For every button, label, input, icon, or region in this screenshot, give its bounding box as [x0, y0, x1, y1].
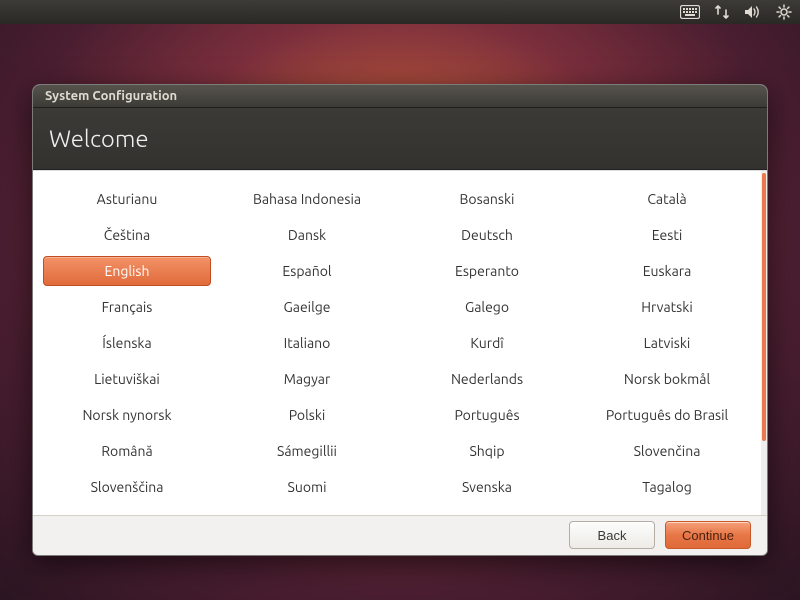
keyboard-icon[interactable]	[680, 5, 700, 19]
language-option[interactable]: Deutsch	[403, 221, 571, 249]
language-option[interactable]: Bahasa Indonesia	[223, 185, 391, 213]
language-option[interactable]: Svenska	[403, 473, 571, 501]
language-option[interactable]: Polski	[223, 401, 391, 429]
continue-button[interactable]: Continue	[665, 521, 751, 549]
language-option[interactable]: Bosanski	[403, 185, 571, 213]
language-option[interactable]: Suomi	[223, 473, 391, 501]
settings-icon[interactable]	[776, 4, 792, 20]
language-option[interactable]: Sámegillii	[223, 437, 391, 465]
language-option[interactable]: Slovenščina	[43, 473, 211, 501]
language-option[interactable]: Norsk bokmål	[583, 365, 751, 393]
language-option[interactable]: English	[43, 256, 211, 286]
language-option[interactable]: Lietuviškai	[43, 365, 211, 393]
language-option[interactable]: Eesti	[583, 221, 751, 249]
language-option[interactable]: Euskara	[583, 257, 751, 285]
network-icon[interactable]	[714, 5, 730, 19]
language-option[interactable]: Gaeilge	[223, 293, 391, 321]
language-option[interactable]: Shqip	[403, 437, 571, 465]
language-option[interactable]: Nederlands	[403, 365, 571, 393]
language-option[interactable]: Esperanto	[403, 257, 571, 285]
language-option[interactable]: Dansk	[223, 221, 391, 249]
language-option[interactable]: Čeština	[43, 221, 211, 249]
config-dialog: System Configuration Welcome Asturianu Ba…	[32, 84, 768, 556]
language-grid: Asturianu Bahasa Indonesia Bosanski Català Č…	[33, 171, 761, 515]
back-button[interactable]: Back	[569, 521, 655, 549]
language-option[interactable]: Català	[583, 185, 751, 213]
page-heading: Welcome	[49, 125, 149, 152]
scroll-thumb[interactable]	[762, 173, 766, 441]
language-option[interactable]: Hrvatski	[583, 293, 751, 321]
language-option[interactable]: Asturianu	[43, 185, 211, 213]
language-option[interactable]: Français	[43, 293, 211, 321]
language-option[interactable]: Latviski	[583, 329, 751, 357]
sound-icon[interactable]	[744, 5, 762, 19]
language-option[interactable]: Español	[223, 257, 391, 285]
language-option[interactable]: Português	[403, 401, 571, 429]
dialog-title: System Configuration	[45, 89, 177, 103]
dialog-header: Welcome	[33, 108, 767, 170]
system-topbar	[0, 0, 800, 24]
language-option[interactable]: Português do Brasil	[583, 401, 751, 429]
language-option[interactable]: Galego	[403, 293, 571, 321]
language-option[interactable]: Română	[43, 437, 211, 465]
scrollbar[interactable]	[761, 171, 767, 515]
language-option[interactable]: Magyar	[223, 365, 391, 393]
dialog-content: Asturianu Bahasa Indonesia Bosanski Català Č…	[33, 170, 767, 515]
dialog-titlebar: System Configuration	[33, 85, 767, 108]
language-option[interactable]: Íslenska	[43, 329, 211, 357]
language-option[interactable]: Italiano	[223, 329, 391, 357]
language-option[interactable]: Slovenčina	[583, 437, 751, 465]
language-option[interactable]: Tagalog	[583, 473, 751, 501]
dialog-footer: Back Continue	[33, 515, 767, 555]
language-option[interactable]: Kurdî	[403, 329, 571, 357]
language-option[interactable]: Norsk nynorsk	[43, 401, 211, 429]
